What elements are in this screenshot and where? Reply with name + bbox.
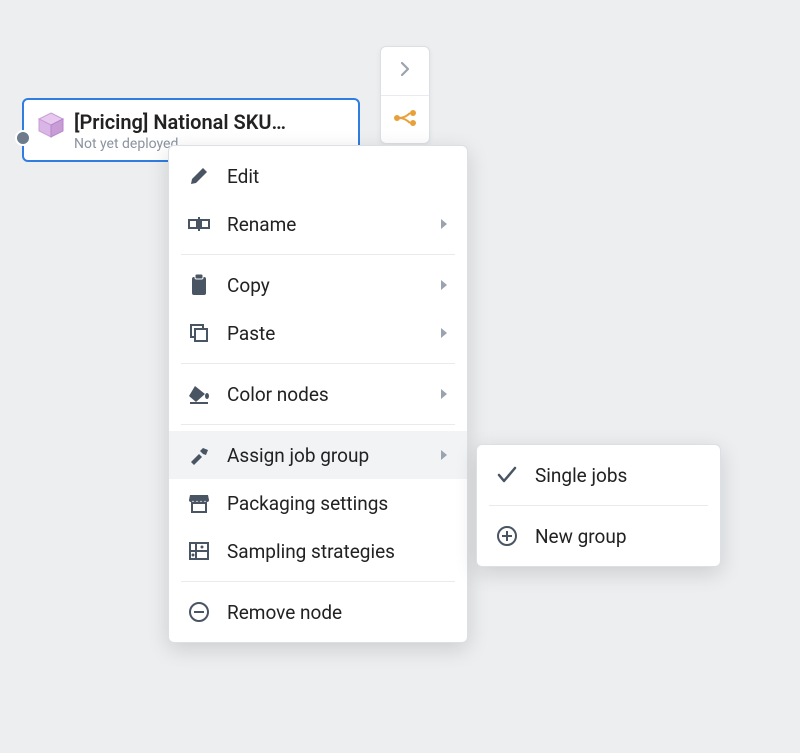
menu-item-color-nodes[interactable]: Color nodes (169, 370, 467, 418)
menu-label: Color nodes (227, 383, 329, 406)
chevron-right-icon (439, 279, 449, 291)
expand-button[interactable] (381, 47, 429, 95)
menu-item-edit[interactable]: Edit (169, 152, 467, 200)
menu-label: Paste (227, 322, 275, 345)
menu-divider (181, 424, 455, 425)
paste-icon (187, 321, 211, 345)
assign-job-group-submenu: Single jobs New group (476, 444, 721, 567)
submenu-label: Single jobs (535, 464, 627, 487)
chevron-right-icon (439, 218, 449, 230)
remove-circle-icon (187, 600, 211, 624)
sampling-icon (187, 539, 211, 563)
paint-bucket-icon (187, 382, 211, 406)
menu-divider (181, 254, 455, 255)
menu-item-packaging-settings[interactable]: Packaging settings (169, 479, 467, 527)
menu-label: Sampling strategies (227, 540, 395, 563)
menu-item-sampling-strategies[interactable]: Sampling strategies (169, 527, 467, 575)
menu-label: Copy (227, 274, 270, 297)
chevron-right-icon (439, 449, 449, 461)
plus-circle-icon (495, 524, 519, 548)
clipboard-icon (187, 273, 211, 297)
store-icon (187, 491, 211, 515)
menu-label: Remove node (227, 601, 342, 624)
node-toolbar (380, 46, 430, 144)
submenu-item-new-group[interactable]: New group (477, 512, 720, 560)
rename-icon (187, 212, 211, 236)
menu-label: Packaging settings (227, 492, 388, 515)
node-title: [Pricing] National SKU… (74, 110, 344, 134)
context-menu: Edit Rename Copy Paste Color (168, 145, 468, 643)
chevron-right-icon (439, 388, 449, 400)
menu-item-remove-node[interactable]: Remove node (169, 588, 467, 636)
menu-item-copy[interactable]: Copy (169, 261, 467, 309)
branch-icon (393, 108, 417, 132)
menu-divider (489, 505, 708, 506)
menu-item-rename[interactable]: Rename (169, 200, 467, 248)
more-actions-button[interactable] (381, 95, 429, 143)
menu-divider (181, 363, 455, 364)
chevron-right-icon (439, 327, 449, 339)
menu-label: Edit (227, 165, 259, 188)
menu-label: Assign job group (227, 444, 369, 467)
chevron-right-icon (397, 61, 413, 81)
menu-item-paste[interactable]: Paste (169, 309, 467, 357)
check-icon (495, 463, 519, 487)
menu-label: Rename (227, 213, 296, 236)
hammer-icon (187, 443, 211, 467)
submenu-item-single-jobs[interactable]: Single jobs (477, 451, 720, 499)
node-connector[interactable] (15, 130, 31, 146)
submenu-label: New group (535, 525, 627, 548)
cube-icon (36, 110, 66, 140)
menu-divider (181, 581, 455, 582)
pencil-icon (187, 164, 211, 188)
menu-item-assign-job-group[interactable]: Assign job group (169, 431, 467, 479)
